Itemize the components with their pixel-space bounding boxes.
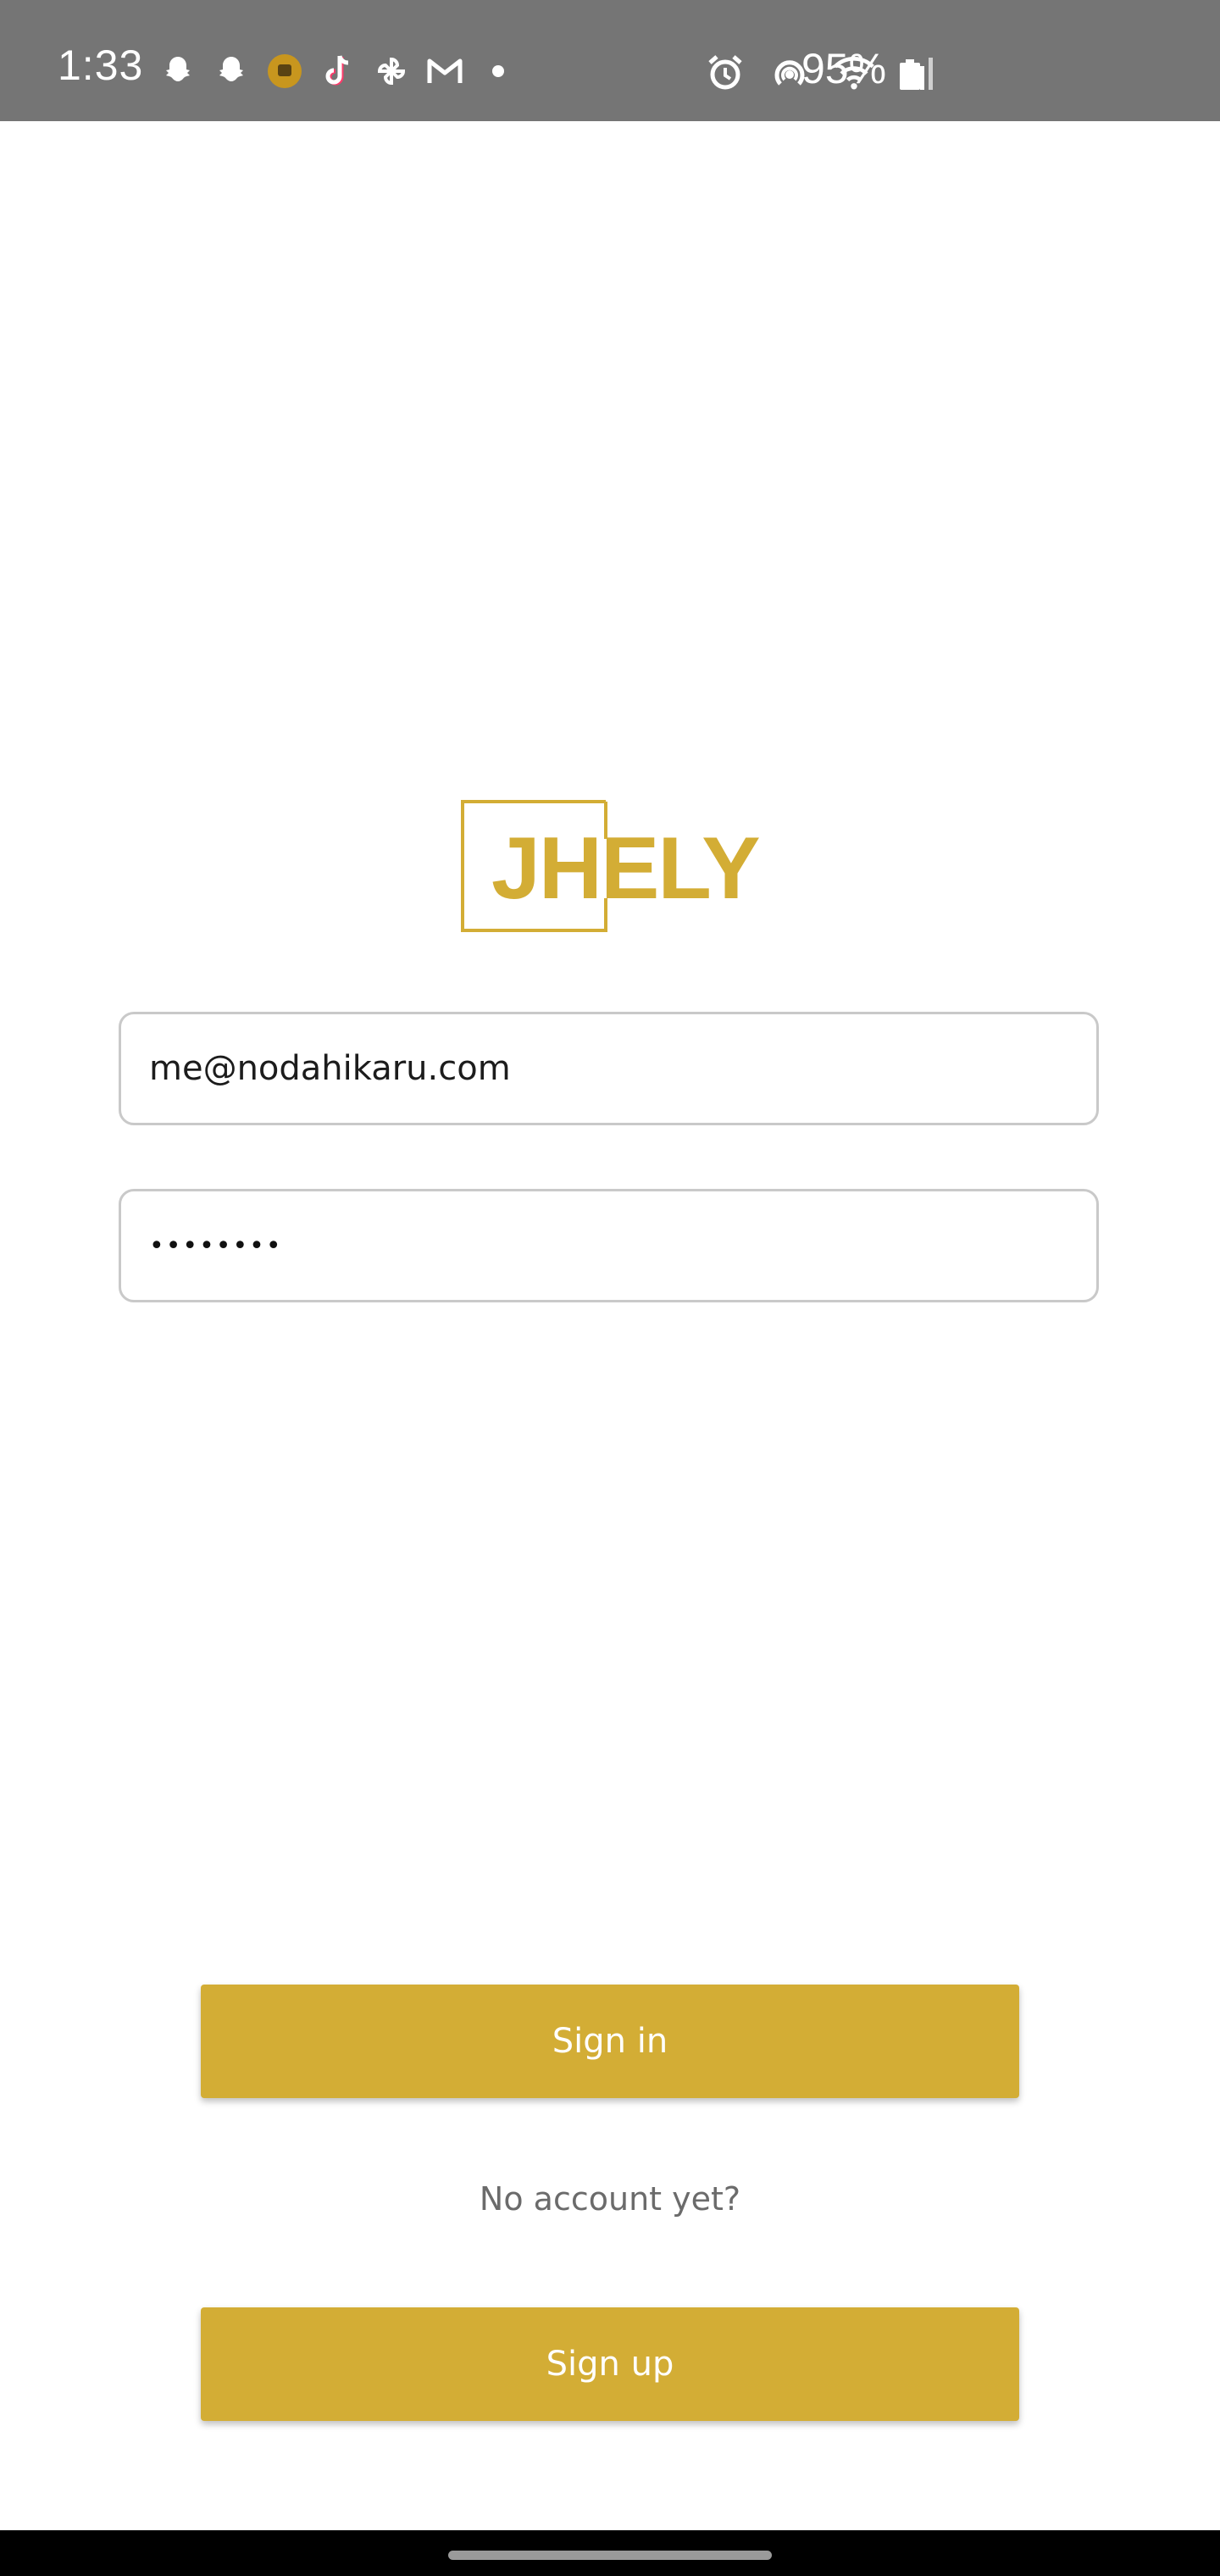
sign-up-button[interactable]: Sign up	[201, 2307, 1019, 2421]
email-field[interactable]	[119, 1012, 1099, 1125]
dot-icon	[478, 51, 518, 92]
brand-logo: JHELY	[461, 800, 761, 932]
battery-icon	[900, 59, 920, 90]
sign-in-button[interactable]: Sign in	[201, 1985, 1019, 2098]
password-field[interactable]: ••••••••	[119, 1189, 1099, 1302]
home-gesture-handle[interactable]	[448, 2551, 772, 2560]
snapchat-icon	[158, 51, 198, 92]
battery-percent: 95%	[801, 45, 887, 92]
status-time: 1:33	[58, 42, 144, 89]
gmail-icon	[424, 51, 465, 92]
login-screen: 1:33 95% JHELY me@nodahikaru.com •••••••…	[0, 0, 1220, 2576]
pinwheel-icon	[371, 51, 412, 92]
password-input[interactable]: ••••••••	[149, 1231, 283, 1261]
no-account-text: No account yet?	[479, 2180, 741, 2218]
navigation-bar	[0, 2530, 1220, 2576]
alarm-icon	[703, 51, 747, 95]
app-icon	[264, 51, 305, 92]
status-bar: 1:33 95%	[0, 0, 1220, 121]
tiktok-icon	[318, 51, 358, 92]
snapchat-icon	[211, 51, 252, 92]
notification-icons	[158, 51, 531, 92]
logo-text: JHELY	[491, 819, 759, 918]
email-input[interactable]	[149, 1049, 1096, 1088]
